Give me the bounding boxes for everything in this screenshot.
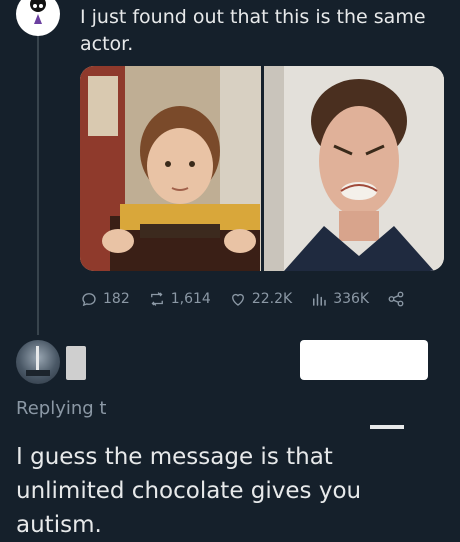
views-action[interactable]: 336K	[310, 290, 369, 308]
share-action[interactable]	[387, 290, 405, 308]
replying-to-label: Replying t	[16, 398, 107, 419]
redacted-handle	[370, 425, 404, 429]
avatar-face	[30, 0, 46, 12]
views-icon	[313, 293, 326, 306]
media-photo-right[interactable]	[264, 66, 444, 271]
avatar-tie	[34, 14, 42, 24]
redacted-name	[66, 346, 86, 380]
heart-icon	[231, 293, 244, 306]
retweet-action[interactable]: 1,614	[148, 290, 211, 308]
reply-avatar-illustration	[26, 346, 50, 376]
avatar-eye-left	[33, 4, 37, 8]
adult-photo-illustration	[264, 66, 444, 271]
author-avatar[interactable]	[16, 0, 60, 36]
thread-line	[37, 35, 39, 335]
reply-author-avatar[interactable]	[16, 340, 60, 384]
reply-action[interactable]: 182	[80, 290, 130, 308]
like-action[interactable]: 22.2K	[229, 290, 292, 308]
media-photo-left[interactable]	[80, 66, 261, 271]
tweet-text: I just found out that this is the same a…	[80, 6, 426, 55]
views-count: 336K	[333, 291, 370, 307]
tweet-media[interactable]	[80, 66, 444, 271]
retweet-icon	[150, 292, 163, 306]
reply-text: I guess the message is that unlimited ch…	[16, 444, 362, 538]
child-photo-illustration	[80, 66, 261, 271]
tweet-actions: 182 1,614 22.2K 336K	[80, 287, 444, 311]
like-count: 22.2K	[251, 291, 293, 307]
redacted-block	[300, 340, 428, 380]
share-icon	[388, 291, 404, 307]
reply-icon	[82, 293, 96, 307]
reply-count: 182	[103, 291, 130, 307]
retweet-count: 1,614	[170, 291, 211, 307]
avatar-eye-right	[39, 4, 43, 8]
